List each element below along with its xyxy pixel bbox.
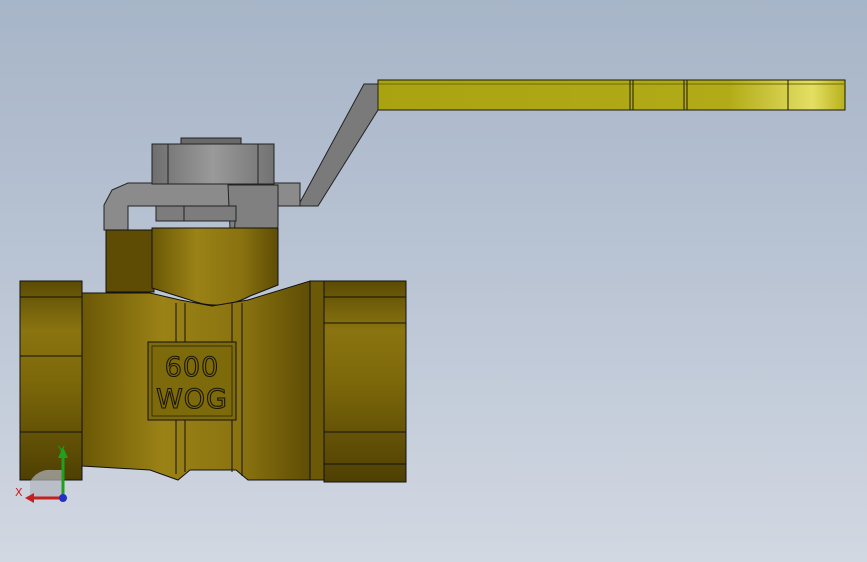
pressure-marking: 600 WOG <box>147 341 237 421</box>
handle-grip[interactable] <box>377 79 846 111</box>
graphics-viewport[interactable]: 600 WOG Y X <box>0 0 867 562</box>
y-axis-label: Y <box>57 444 65 457</box>
marking-line-1: 600 <box>165 352 220 383</box>
x-axis-arrowhead-icon <box>25 493 34 503</box>
z-axis-dot-icon <box>59 494 67 502</box>
x-axis-label: X <box>15 486 23 499</box>
valve-model[interactable]: 600 WOG Y X <box>0 0 867 562</box>
marking-line-2: WOG <box>156 384 228 415</box>
